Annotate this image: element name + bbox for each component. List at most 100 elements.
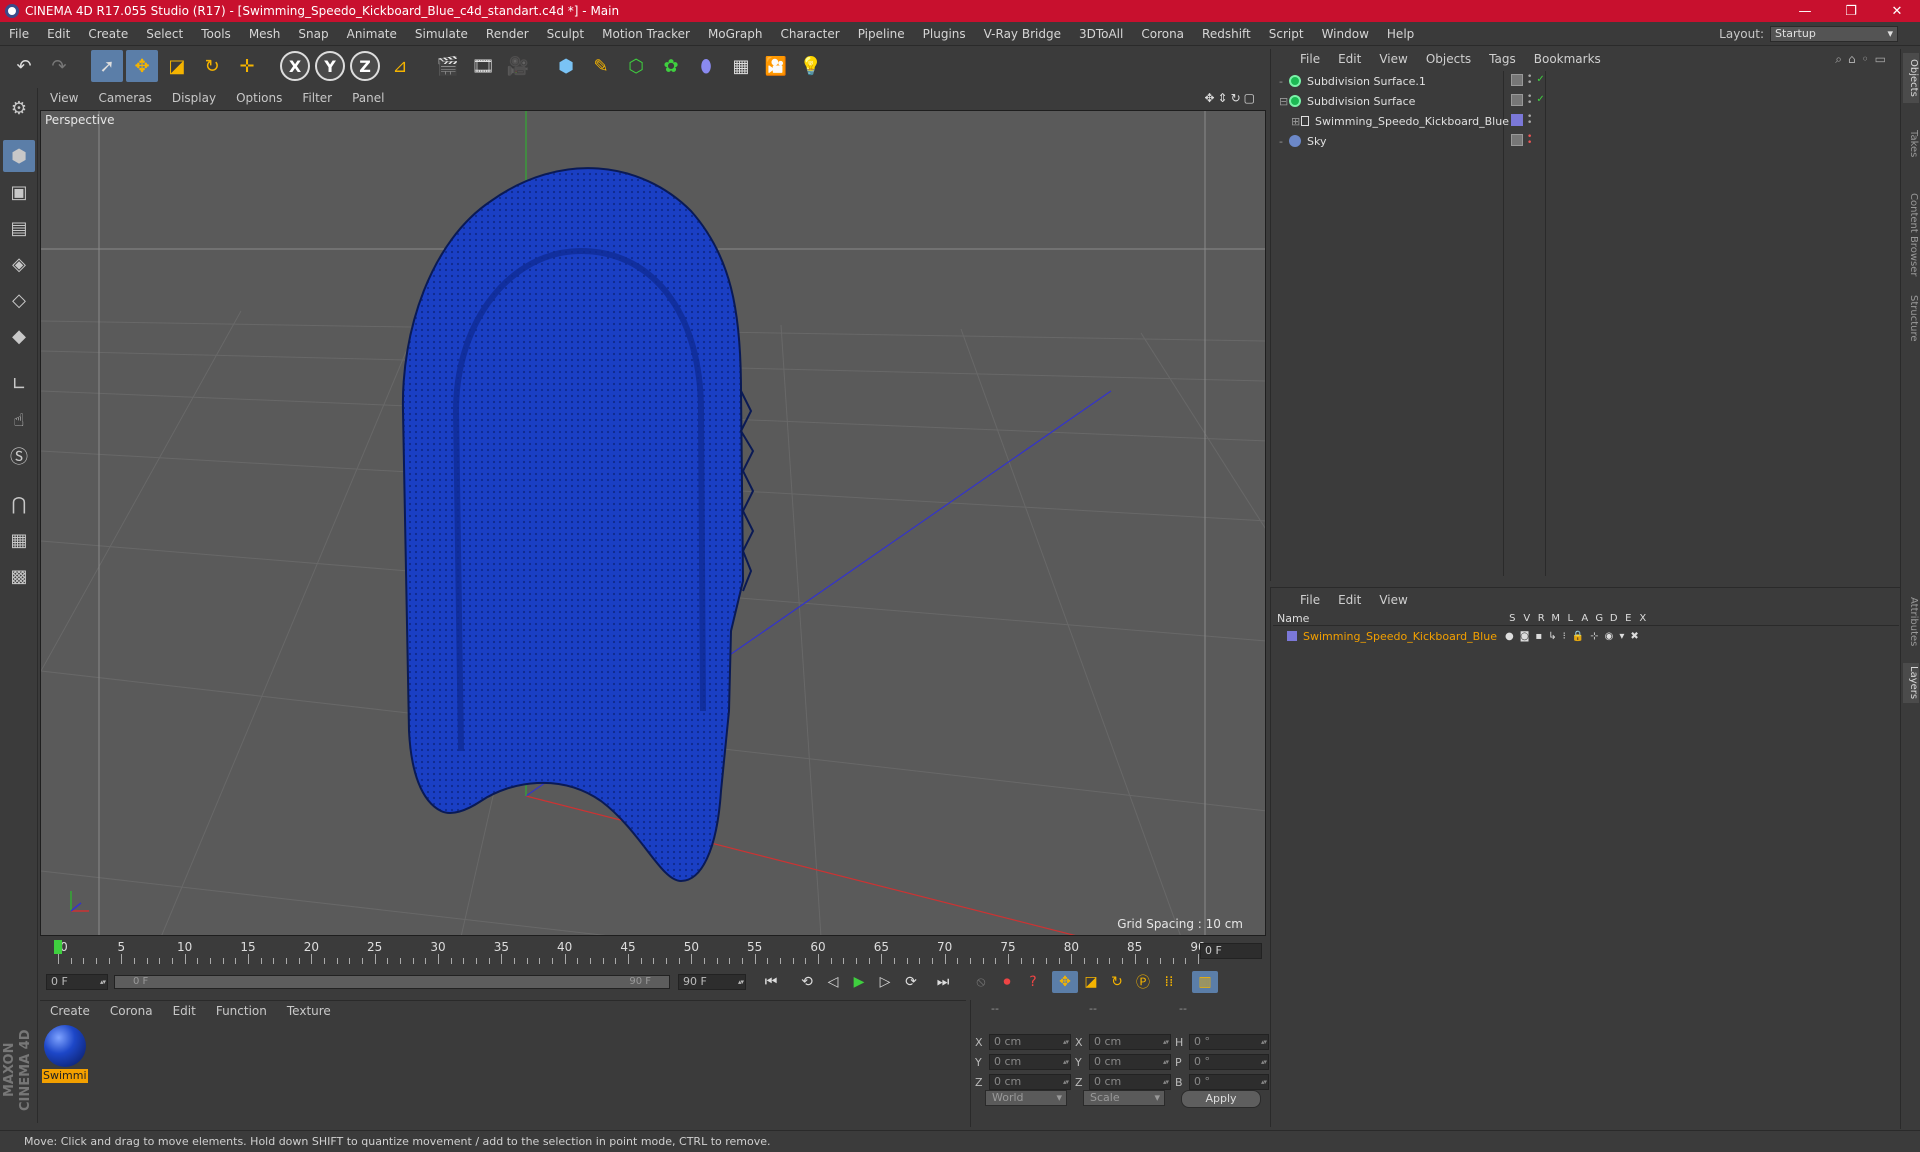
- object-row-kickboard[interactable]: ⊞ Swimming_Speedo_Kickboard_Blue • •: [1273, 111, 1899, 131]
- next-frame-icon[interactable]: ▷: [872, 971, 898, 993]
- menu-tools[interactable]: Tools: [192, 27, 240, 41]
- tab-structure[interactable]: Structure: [1903, 293, 1919, 343]
- layer-toggle-icons[interactable]: ●◙▪↳⁝🔒⊹◉▾✖: [1505, 631, 1645, 642]
- menu-pipeline[interactable]: Pipeline: [849, 27, 914, 41]
- edges-mode-icon[interactable]: ◇: [3, 284, 35, 316]
- object-row-subdivision-surface-1[interactable]: - Subdivision Surface.1 • • ✓: [1273, 71, 1899, 91]
- previous-key-icon[interactable]: ⟲: [794, 971, 820, 993]
- record-keys-icon[interactable]: ⦸: [968, 971, 994, 993]
- position-z-field[interactable]: 0 cm: [989, 1074, 1071, 1090]
- menu-corona[interactable]: Corona: [1132, 27, 1193, 41]
- next-key-icon[interactable]: ⟳: [898, 971, 924, 993]
- preview-range-slider[interactable]: 0 F 90 F: [114, 975, 670, 989]
- scale-tool-icon[interactable]: ◪: [161, 50, 193, 82]
- solo-mode-icon[interactable]: Ⓢ: [3, 440, 35, 472]
- object-manager-search-icons[interactable]: ⌕⌂◦▭: [1835, 52, 1900, 67]
- layout-select[interactable]: Startup: [1770, 25, 1898, 42]
- tab-attributes[interactable]: Attributes: [1903, 587, 1919, 657]
- coordinate-space-select[interactable]: World: [985, 1090, 1067, 1106]
- layer-color-swatch[interactable]: [1287, 631, 1297, 641]
- object-row-sky[interactable]: - Sky • •: [1273, 131, 1899, 151]
- previous-frame-icon[interactable]: ◁: [820, 971, 846, 993]
- undo-icon[interactable]: ↶: [8, 50, 40, 82]
- menu-snap[interactable]: Snap: [289, 27, 337, 41]
- planar-workplane-icon[interactable]: ▩: [3, 560, 35, 592]
- last-tool-icon[interactable]: ✛: [231, 50, 263, 82]
- menu-window[interactable]: Window: [1313, 27, 1378, 41]
- menu-select[interactable]: Select: [137, 27, 192, 41]
- menu-3dtoall[interactable]: 3DToAll: [1070, 27, 1132, 41]
- viewport-menu-filter[interactable]: Filter: [292, 91, 342, 105]
- key-scale-icon[interactable]: ◪: [1078, 971, 1104, 993]
- axis-mode-icon[interactable]: ∟: [3, 368, 35, 400]
- menu-help[interactable]: Help: [1378, 27, 1423, 41]
- move-tool-icon[interactable]: ✥: [126, 50, 158, 82]
- position-y-field[interactable]: 0 cm: [989, 1054, 1071, 1070]
- viewport-menu-cameras[interactable]: Cameras: [88, 91, 161, 105]
- objects-menu-view[interactable]: View: [1370, 52, 1416, 66]
- render-picture-viewer-icon[interactable]: 🎞: [467, 50, 499, 82]
- tab-content-browser[interactable]: Content Browser: [1903, 185, 1919, 285]
- objects-menu-objects[interactable]: Objects: [1417, 52, 1480, 66]
- timeline-window-icon[interactable]: ▥: [1192, 971, 1218, 993]
- spline-pen-icon[interactable]: ✎: [585, 50, 617, 82]
- autokeying-icon[interactable]: ⏺: [994, 971, 1020, 993]
- cube-primitive-icon[interactable]: ⬢: [550, 50, 582, 82]
- menu-create[interactable]: Create: [79, 27, 137, 41]
- make-editable-icon[interactable]: ⚙: [3, 92, 35, 124]
- viewport-menu-options[interactable]: Options: [226, 91, 292, 105]
- lock-workplane-icon[interactable]: ▦: [3, 524, 35, 556]
- playhead-marker[interactable]: [54, 940, 62, 954]
- menu-edit[interactable]: Edit: [38, 27, 79, 41]
- keyframe-selection-icon[interactable]: ?: [1020, 971, 1046, 993]
- material-swatch[interactable]: Swimmi: [42, 1023, 88, 1083]
- rotate-tool-icon[interactable]: ↻: [196, 50, 228, 82]
- points-mode-icon[interactable]: ◈: [3, 248, 35, 280]
- render-view-icon[interactable]: 🎬: [432, 50, 464, 82]
- key-parameter-icon[interactable]: Ⓟ: [1130, 971, 1156, 993]
- tab-objects[interactable]: Objects: [1903, 53, 1919, 103]
- subdivision-generator-icon[interactable]: ⬡: [620, 50, 652, 82]
- menu-character[interactable]: Character: [771, 27, 848, 41]
- viewport-menu-view[interactable]: View: [40, 91, 88, 105]
- objects-menu-tags[interactable]: Tags: [1480, 52, 1525, 66]
- objects-menu-bookmarks[interactable]: Bookmarks: [1525, 52, 1610, 66]
- start-frame-field[interactable]: 0 F: [46, 974, 108, 990]
- material-menu-edit[interactable]: Edit: [163, 1004, 206, 1018]
- close-button[interactable]: ✕: [1874, 0, 1920, 22]
- texture-mode-icon[interactable]: ▣: [3, 176, 35, 208]
- objects-menu-edit[interactable]: Edit: [1329, 52, 1370, 66]
- mograph-cloner-icon[interactable]: ✿: [655, 50, 687, 82]
- viewport-menu-panel[interactable]: Panel: [342, 91, 394, 105]
- menu-motion-tracker[interactable]: Motion Tracker: [593, 27, 699, 41]
- go-to-start-icon[interactable]: ⏮: [758, 971, 784, 993]
- maximize-button[interactable]: ❐: [1828, 0, 1874, 22]
- viewport-navigation-icons[interactable]: ✥⇕↻▢: [1204, 91, 1266, 105]
- material-menu-function[interactable]: Function: [206, 1004, 277, 1018]
- tweak-mode-icon[interactable]: ☝: [3, 404, 35, 436]
- material-menu-create[interactable]: Create: [40, 1004, 100, 1018]
- redo-icon[interactable]: ↷: [43, 50, 75, 82]
- key-position-icon[interactable]: ✥: [1052, 971, 1078, 993]
- layers-menu-file[interactable]: File: [1291, 593, 1329, 607]
- model-mode-icon[interactable]: ⬢: [3, 140, 35, 172]
- camera-icon[interactable]: 🎦: [760, 50, 792, 82]
- layers-menu-view[interactable]: View: [1370, 593, 1416, 607]
- menu-mesh[interactable]: Mesh: [240, 27, 290, 41]
- rotation-h-field[interactable]: 0 °: [1189, 1034, 1269, 1050]
- menu-render[interactable]: Render: [477, 27, 538, 41]
- menu-mograph[interactable]: MoGraph: [699, 27, 772, 41]
- tab-layers[interactable]: Layers: [1903, 663, 1919, 703]
- menu-plugins[interactable]: Plugins: [914, 27, 975, 41]
- floor-scene-icon[interactable]: ▦: [725, 50, 757, 82]
- go-to-end-icon[interactable]: ⏭: [930, 971, 956, 993]
- z-axis-lock-button[interactable]: Z: [349, 50, 381, 82]
- end-frame-field[interactable]: 90 F: [678, 974, 746, 990]
- key-rotation-icon[interactable]: ↻: [1104, 971, 1130, 993]
- x-axis-lock-button[interactable]: X: [279, 50, 311, 82]
- position-x-field[interactable]: 0 cm: [989, 1034, 1071, 1050]
- size-z-field[interactable]: 0 cm: [1089, 1074, 1171, 1090]
- objects-menu-file[interactable]: File: [1291, 52, 1329, 66]
- light-icon[interactable]: 💡: [795, 50, 827, 82]
- size-mode-select[interactable]: Scale: [1083, 1090, 1165, 1106]
